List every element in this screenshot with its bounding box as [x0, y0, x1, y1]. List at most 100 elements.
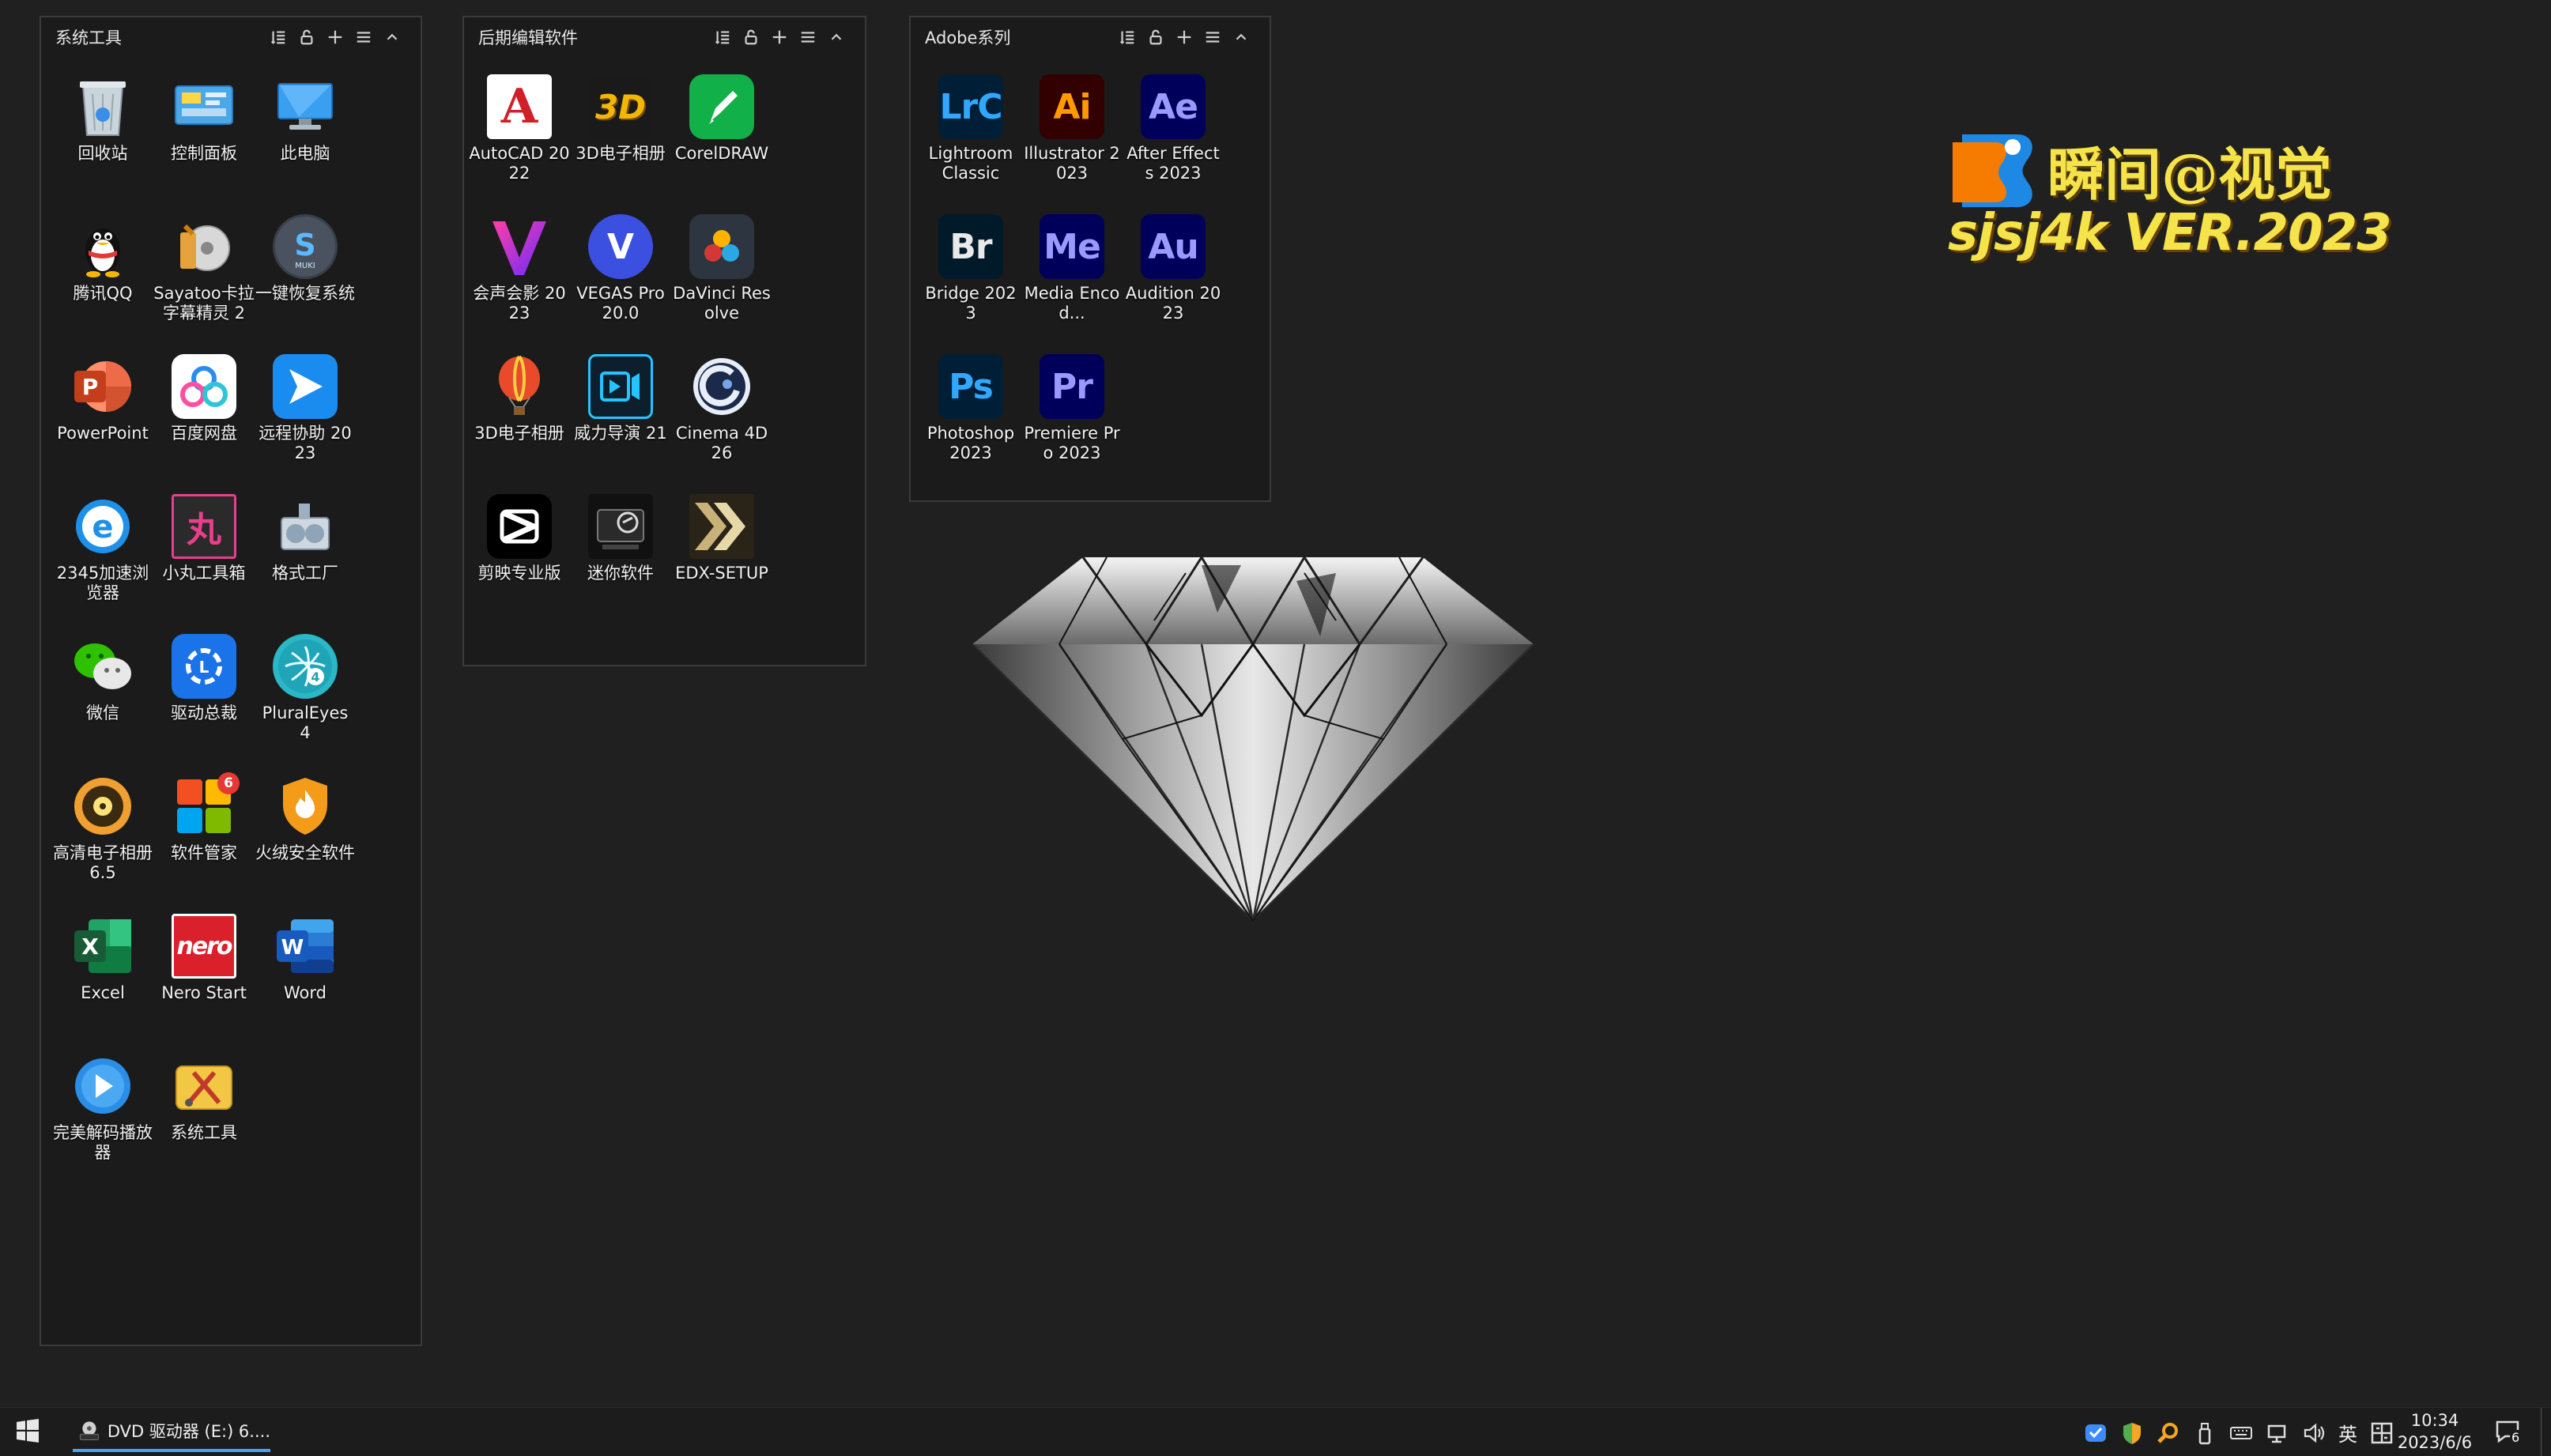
add-icon[interactable] — [1170, 23, 1198, 51]
shortcut-autocad[interactable]: A AutoCAD 2022 — [469, 74, 570, 214]
tray-shield-icon[interactable] — [2120, 1421, 2144, 1445]
shortcut-label: PluralEyes 4 — [262, 703, 349, 742]
excel-icon: X — [70, 914, 135, 979]
notification-count: 6 — [2510, 1430, 2522, 1445]
shortcut-driver-president[interactable]: L 驱动总裁 — [153, 634, 255, 774]
shortcut-after-effects[interactable]: Ae After Effects 2023 — [1123, 74, 1224, 214]
shortcut-recycle-bin[interactable]: 回收站 — [52, 74, 153, 214]
shortcut-capcut[interactable]: 剪映专业版 — [469, 494, 570, 634]
network-icon[interactable] — [2266, 1421, 2289, 1445]
shortcut-format-factory[interactable]: 格式工厂 — [255, 494, 356, 634]
shortcut-potplayer[interactable]: 完美解码播放器 — [52, 1054, 153, 1194]
watermark-chinese: 瞬间@视觉 — [2047, 141, 2333, 208]
shortcut-browser-2345[interactable]: e 2345加速浏览器 — [52, 494, 153, 634]
shortcut-balloon-album[interactable]: 3D电子相册 — [469, 354, 570, 494]
menu-icon[interactable] — [349, 23, 378, 51]
app-abbr: Au — [1148, 226, 1198, 267]
show-desktop-button[interactable] — [2541, 1408, 2551, 1456]
shortcut-edx-setup[interactable]: EDX-SETUP — [671, 494, 772, 634]
add-icon[interactable] — [321, 23, 349, 51]
shortcut-sayatoo[interactable]: Sayatoo卡拉字幕精灵 2 — [153, 214, 255, 354]
shortcut-powerpoint[interactable]: P PowerPoint — [52, 354, 153, 494]
shortcut-this-pc[interactable]: 此电脑 — [255, 74, 356, 214]
shortcut-qq[interactable]: 腾讯QQ — [52, 214, 153, 354]
edx-setup-icon — [689, 494, 754, 559]
shortcut-nero[interactable]: nero Nero Start — [153, 914, 255, 1054]
keyboard-tray-icon[interactable] — [2229, 1421, 2253, 1445]
taskbar-window-dvd[interactable]: DVD 驱动器 (E:) 6.... — [73, 1413, 270, 1452]
app-abbr: Ps — [949, 366, 994, 407]
clock-time: 10:34 — [2410, 1411, 2459, 1430]
fence-adobe: Adobe系列 LrC Lightroom Classic Ai Illustr… — [909, 16, 1271, 502]
shortcut-huorong[interactable]: 火绒安全软件 — [255, 774, 356, 914]
taskbar: DVD 驱动器 (E:) 6.... 英 10:34 2023/6/6 6 — [0, 1407, 2551, 1456]
shortcut-powerdirector[interactable]: 威力导演 21 — [570, 354, 671, 494]
list-view-icon[interactable] — [708, 23, 737, 51]
shortcut-photoshop[interactable]: Ps Photoshop 2023 — [920, 354, 1021, 494]
lock-icon[interactable] — [1142, 23, 1170, 51]
notification-center-button[interactable]: 6 — [2494, 1417, 2526, 1447]
shortcut-vegas[interactable]: V VEGAS Pro 20.0 — [570, 214, 671, 354]
mini-software-icon — [588, 494, 653, 559]
shortcut-3d-album[interactable]: 3D 3D电子相册 — [570, 74, 671, 214]
shortcut-davinci[interactable]: DaVinci Resolve — [671, 214, 772, 354]
shortcut-label: After Effects 2023 — [1126, 144, 1220, 183]
capcut-icon — [487, 494, 552, 559]
usb-drive-icon[interactable] — [2193, 1421, 2217, 1445]
collapse-icon[interactable] — [378, 23, 406, 51]
after-effects-icon: Ae — [1141, 74, 1206, 139]
shortcut-baidu-netdisk[interactable]: 百度网盘 — [153, 354, 255, 494]
qq-penguin-icon — [70, 214, 135, 279]
app-abbr: Pr — [1051, 366, 1093, 407]
shortcut-label: 高清电子相册 6.5 — [53, 843, 153, 882]
shortcut-control-panel[interactable]: 控制面板 — [153, 74, 255, 214]
clock[interactable]: 10:34 2023/6/6 — [2387, 1409, 2482, 1454]
shortcut-illustrator[interactable]: Ai Illustrator 2023 — [1021, 74, 1123, 214]
start-button[interactable] — [16, 1419, 43, 1446]
shortcut-premiere[interactable]: Pr Premiere Pro 2023 — [1021, 354, 1123, 494]
collapse-icon[interactable] — [1227, 23, 1255, 51]
shortcut-pluraleyes[interactable]: 4 PluralEyes 4 — [255, 634, 356, 774]
shortcut-mini-software[interactable]: 迷你软件 — [570, 494, 671, 634]
illustrator-icon: Ai — [1040, 74, 1104, 139]
menu-icon[interactable] — [794, 23, 822, 51]
shortcut-audition[interactable]: Au Audition 2023 — [1123, 214, 1224, 354]
tray-app-blue-icon[interactable] — [2084, 1421, 2108, 1445]
shortcut-bridge[interactable]: Br Bridge 2023 — [920, 214, 1021, 354]
menu-icon[interactable] — [1198, 23, 1227, 51]
shortcut-label: DaVinci Resolve — [673, 284, 771, 323]
svg-text:4: 4 — [311, 670, 319, 685]
list-view-icon[interactable] — [264, 23, 292, 51]
shortcut-remote-assist[interactable]: 远程协助 2023 — [255, 354, 356, 494]
shortcut-lightroom[interactable]: LrC Lightroom Classic — [920, 74, 1021, 214]
shortcut-xiaowan-toolbox[interactable]: 丸 小丸工具箱 — [153, 494, 255, 634]
bridge-icon: Br — [938, 214, 1003, 279]
ime-indicator[interactable]: 英 — [2338, 1419, 2357, 1447]
shortcut-label: 火绒安全软件 — [255, 843, 355, 862]
fence-header[interactable]: 后期编辑软件 — [464, 17, 865, 57]
fence-header[interactable]: 系统工具 — [41, 17, 421, 57]
shortcut-system-tools[interactable]: 系统工具 — [153, 1054, 255, 1194]
shortcut-hd-album[interactable]: 高清电子相册 6.5 — [52, 774, 153, 914]
shortcut-coreldraw[interactable]: CorelDRAW — [671, 74, 772, 214]
lock-icon[interactable] — [737, 23, 765, 51]
shortcut-media-encoder[interactable]: Me Media Encod... — [1021, 214, 1123, 354]
add-icon[interactable] — [765, 23, 794, 51]
shortcut-videostudio[interactable]: 会声会影 2023 — [469, 214, 570, 354]
shortcut-wechat[interactable]: 微信 — [52, 634, 153, 774]
list-view-icon[interactable] — [1113, 23, 1142, 51]
lock-icon[interactable] — [292, 23, 321, 51]
shortcut-label: VEGAS Pro 20.0 — [576, 284, 665, 323]
collapse-icon[interactable] — [822, 23, 851, 51]
shortcut-label: 远程协助 2023 — [258, 424, 352, 462]
shortcut-excel[interactable]: X Excel — [52, 914, 153, 1054]
fence-header[interactable]: Adobe系列 — [911, 17, 1270, 57]
shortcut-word[interactable]: W Word — [255, 914, 356, 1054]
volume-icon[interactable] — [2302, 1421, 2326, 1445]
shortcut-software-manager[interactable]: 6 软件管家 — [153, 772, 255, 914]
svg-text:e: e — [92, 509, 113, 545]
tray-search-icon[interactable] — [2157, 1421, 2180, 1445]
shortcut-system-restore[interactable]: S MUKI 一键恢复系统 — [255, 214, 356, 354]
shortcut-label: Nero Start — [161, 983, 247, 1002]
shortcut-cinema4d[interactable]: Cinema 4D 26 — [671, 354, 772, 494]
